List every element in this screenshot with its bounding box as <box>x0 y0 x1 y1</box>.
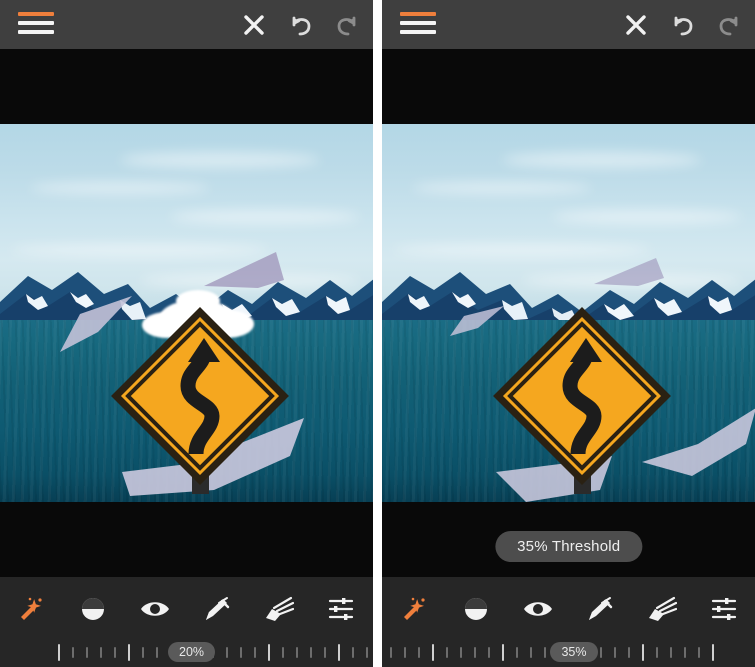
slider-tick <box>226 646 228 658</box>
slider-tick <box>712 643 715 661</box>
tool-row <box>0 588 373 630</box>
slider-tick <box>516 646 519 658</box>
letterbox-top <box>382 49 755 124</box>
redo-icon[interactable] <box>713 9 745 41</box>
photo-canvas-left[interactable] <box>0 124 373 502</box>
slider-tick <box>684 646 687 658</box>
eye-tool[interactable] <box>516 588 560 630</box>
slider-tick <box>128 643 130 661</box>
slider-tick <box>310 646 312 658</box>
adjust-tool[interactable] <box>319 588 363 630</box>
threshold-slider-left[interactable]: 20% <box>0 639 373 665</box>
slider-tick <box>352 646 354 658</box>
selection-shard <box>204 252 284 288</box>
slider-tick <box>614 646 617 658</box>
slider-tick <box>72 646 74 658</box>
slider-tick <box>628 646 631 658</box>
slider-tick <box>296 646 298 658</box>
slider-tick <box>240 646 242 658</box>
menu-icon[interactable] <box>18 12 54 37</box>
slider-ticks <box>58 639 373 665</box>
slider-tick <box>324 646 326 658</box>
selection-shard <box>594 258 665 286</box>
letterbox-top <box>0 49 373 124</box>
panel-right: 35% Threshold 35% <box>382 0 755 667</box>
slider-tick <box>338 643 340 661</box>
threshold-slider-right[interactable]: 35% <box>382 639 755 665</box>
photo-canvas-right[interactable] <box>382 124 755 502</box>
slider-tick <box>670 646 673 658</box>
top-app-bar-left <box>0 0 373 49</box>
tool-strip-right: 35% <box>382 577 755 667</box>
contrast-tool[interactable] <box>71 588 115 630</box>
slider-tick <box>58 643 60 661</box>
pen-tool[interactable] <box>578 588 622 630</box>
slider-tick <box>254 646 256 658</box>
undo-icon[interactable] <box>667 9 699 41</box>
pen-tool[interactable] <box>195 588 239 630</box>
slider-tick <box>656 646 659 658</box>
letterbox-bottom <box>0 502 373 577</box>
slider-tick <box>156 646 158 658</box>
slider-tick <box>642 643 645 661</box>
slider-value-badge[interactable]: 20% <box>168 642 216 662</box>
brush-tool[interactable] <box>640 588 684 630</box>
slider-tick <box>268 643 270 661</box>
adjust-tool[interactable] <box>702 588 746 630</box>
eye-tool[interactable] <box>133 588 177 630</box>
slider-tick <box>530 646 533 658</box>
redo-icon[interactable] <box>331 9 363 41</box>
slider-tick <box>446 646 449 658</box>
slider-tick <box>142 646 144 658</box>
slider-tick <box>114 646 116 658</box>
road-sign <box>111 307 289 494</box>
slider-tick <box>544 646 547 658</box>
slider-tick <box>86 646 88 658</box>
road-sign <box>493 307 672 494</box>
slider-tick <box>488 646 491 658</box>
slider-tick <box>366 646 368 658</box>
panel-left: 20% <box>0 0 373 667</box>
magic-wand-tool[interactable] <box>9 588 53 630</box>
slider-tick <box>432 643 435 661</box>
close-icon[interactable] <box>238 9 270 41</box>
slider-tick <box>390 646 393 658</box>
brush-tool[interactable] <box>257 588 301 630</box>
threshold-banner-right: 35% Threshold <box>495 531 643 562</box>
slider-tick <box>698 646 701 658</box>
slider-tick <box>282 646 284 658</box>
slider-tick <box>418 646 421 658</box>
tool-row <box>382 588 755 630</box>
top-app-bar-right <box>382 0 755 49</box>
slider-tick <box>474 646 477 658</box>
undo-icon[interactable] <box>285 9 317 41</box>
slider-tick <box>404 646 407 658</box>
tool-strip-left: 20% <box>0 577 373 667</box>
slider-tick <box>460 646 463 658</box>
contrast-tool[interactable] <box>454 588 498 630</box>
magic-wand-tool[interactable] <box>392 588 436 630</box>
slider-value-badge[interactable]: 35% <box>550 642 598 662</box>
close-icon[interactable] <box>620 9 652 41</box>
slider-tick <box>502 643 505 661</box>
slider-tick <box>100 646 102 658</box>
menu-icon[interactable] <box>400 12 437 37</box>
dual-panel-screenshot: 20% 35% Threshold 35% <box>0 0 755 667</box>
slider-tick <box>600 646 603 658</box>
